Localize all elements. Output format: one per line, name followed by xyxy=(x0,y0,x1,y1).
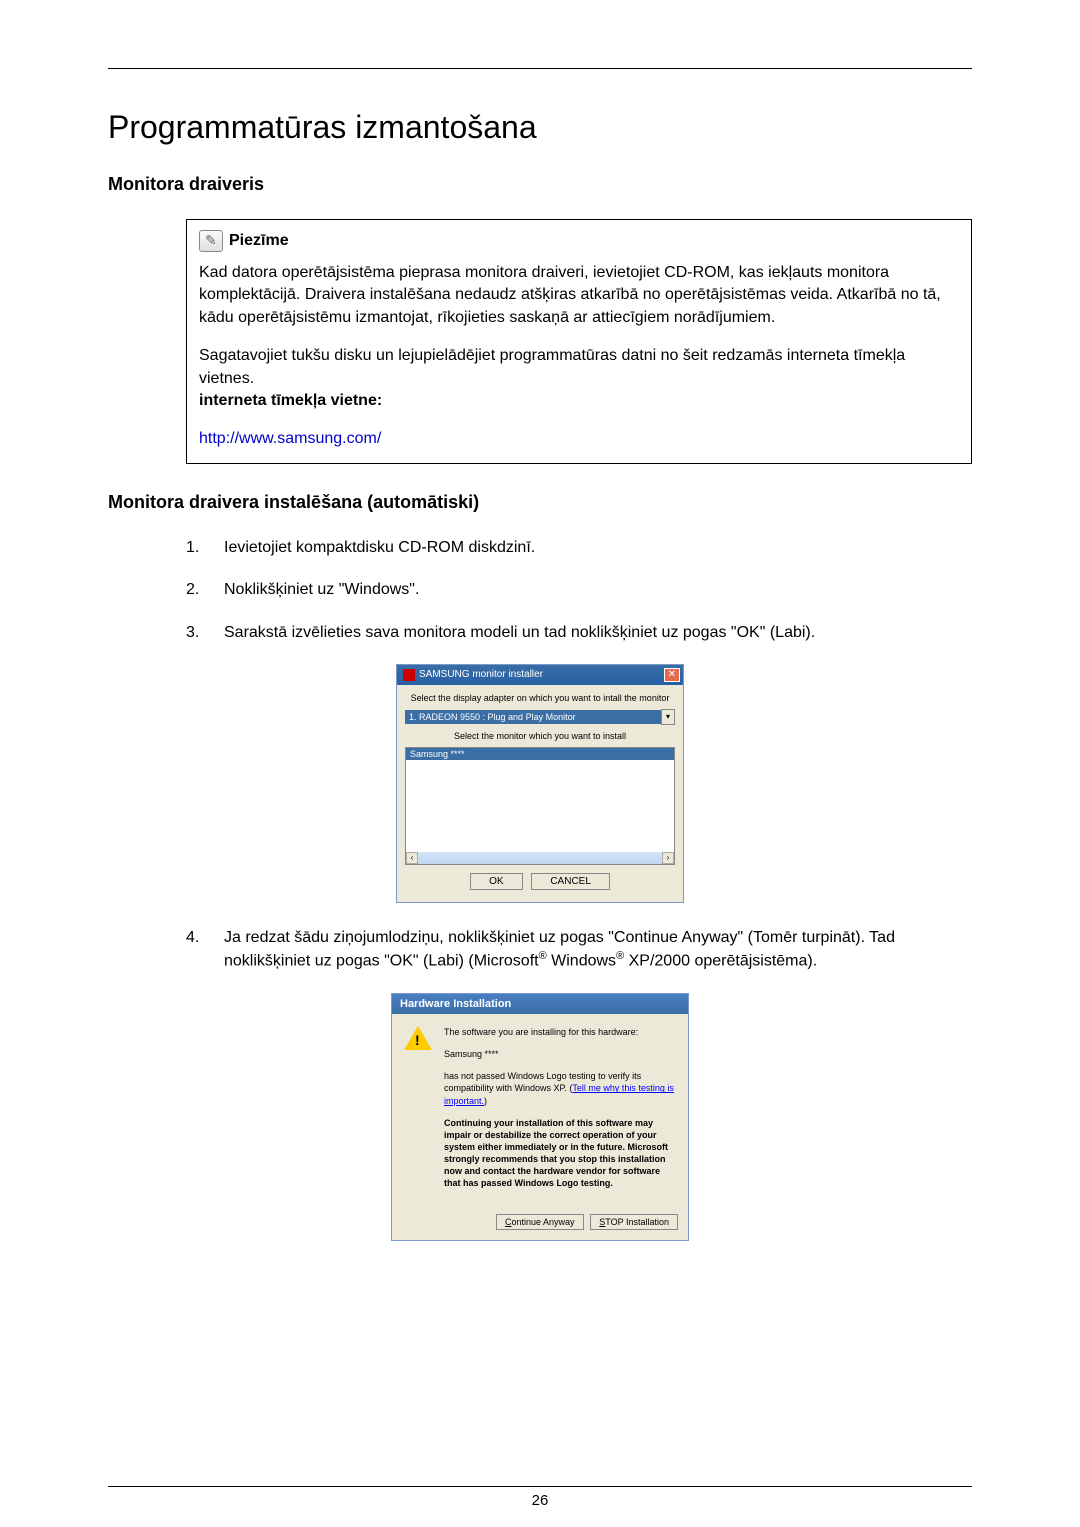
titlebar-left: SAMSUNG monitor installer xyxy=(403,669,543,681)
list-number: 1. xyxy=(186,537,206,559)
continue-rest: ontinue Anyway xyxy=(511,1217,574,1227)
installer-app-icon xyxy=(403,669,415,681)
note-url: http://www.samsung.com/ xyxy=(199,428,959,450)
reg-mark: ® xyxy=(616,950,624,962)
installer-body: Select the display adapter on which you … xyxy=(397,685,683,902)
continue-anyway-button[interactable]: Continue Anyway xyxy=(496,1214,584,1230)
list-text: Ja redzat šādu ziņojumlodziņu, noklikšķi… xyxy=(224,927,972,973)
section-monitor-driver-title: Monitora draiveris xyxy=(108,174,972,195)
bottom-rule xyxy=(108,1486,972,1487)
note-header: Piezīme xyxy=(199,230,959,252)
ok-button[interactable]: OK xyxy=(470,873,522,890)
monitor-list-item[interactable]: Samsung **** xyxy=(406,748,674,760)
reg-mark: ® xyxy=(539,950,547,962)
list-item: 4. Ja redzat šādu ziņojumlodziņu, noklik… xyxy=(186,927,972,973)
note-paragraph-2: Sagatavojiet tukšu disku un lejupielādēj… xyxy=(199,345,959,412)
top-rule xyxy=(108,68,972,69)
list-number: 4. xyxy=(186,927,206,973)
cancel-button[interactable]: CANCEL xyxy=(531,873,610,890)
hardware-installation-dialog: Hardware Installation ! The software you… xyxy=(391,993,689,1241)
installer-instr-1: Select the display adapter on which you … xyxy=(405,693,675,703)
note-box: Piezīme Kad datora operētājsistēma piepr… xyxy=(186,219,972,464)
adapter-select-row: 1. RADEON 9550 : Plug and Play Monitor ▾ xyxy=(405,709,675,725)
item4-part-c: XP/2000 operētājsistēma). xyxy=(624,953,817,970)
list-number: 2. xyxy=(186,579,206,601)
item4-part-b: Windows xyxy=(547,953,616,970)
hw-content-row: ! The software you are installing for th… xyxy=(404,1026,676,1200)
installer-titlebar: SAMSUNG monitor installer ✕ xyxy=(397,665,683,685)
hw-text-block: The software you are installing for this… xyxy=(444,1026,676,1200)
scroll-left-icon[interactable]: ‹ xyxy=(406,852,418,864)
install-steps-list: 1. Ievietojiet kompaktdisku CD-ROM diskd… xyxy=(186,537,972,644)
list-text: Noklikšķiniet uz "Windows". xyxy=(224,579,972,601)
list-text: Ievietojiet kompaktdisku CD-ROM diskdzin… xyxy=(224,537,972,559)
horizontal-scrollbar[interactable]: ‹ › xyxy=(406,852,674,864)
note-p2-text: Sagatavojiet tukšu disku un lejupielādēj… xyxy=(199,347,905,386)
note-label: Piezīme xyxy=(229,232,289,250)
list-text: Sarakstā izvēlieties sava monitora model… xyxy=(224,622,972,644)
monitor-listbox[interactable]: Samsung **** ‹ › xyxy=(405,747,675,865)
close-icon[interactable]: ✕ xyxy=(664,668,680,682)
warning-icon: ! xyxy=(404,1026,432,1052)
adapter-select[interactable]: 1. RADEON 9550 : Plug and Play Monitor xyxy=(405,710,661,724)
note-p2-bold: interneta tīmekļa vietne: xyxy=(199,392,382,409)
list-item: 1. Ievietojiet kompaktdisku CD-ROM diskd… xyxy=(186,537,972,559)
hw-p3-b: ) xyxy=(484,1096,487,1106)
list-number: 3. xyxy=(186,622,206,644)
chevron-down-icon[interactable]: ▾ xyxy=(661,709,675,725)
installer-title: SAMSUNG monitor installer xyxy=(419,669,543,680)
hw-titlebar: Hardware Installation xyxy=(392,994,688,1014)
page-title: Programmatūras izmantošana xyxy=(108,109,972,146)
install-steps-list-cont: 4. Ja redzat šādu ziņojumlodziņu, noklik… xyxy=(186,927,972,973)
hw-p4: Continuing your installation of this sof… xyxy=(444,1117,676,1190)
scroll-right-icon[interactable]: › xyxy=(662,852,674,864)
installer-instr-2: Select the monitor which you want to ins… xyxy=(405,731,675,741)
hw-body: ! The software you are installing for th… xyxy=(392,1014,688,1208)
section-install-auto-title: Monitora draivera instalēšana (automātis… xyxy=(108,492,972,513)
stop-installation-button[interactable]: STOP Installation xyxy=(590,1214,678,1230)
hw-p1: The software you are installing for this… xyxy=(444,1026,676,1038)
note-icon xyxy=(199,230,223,252)
hw-buttons: Continue Anyway STOP Installation xyxy=(392,1208,688,1240)
stop-rest: TOP Installation xyxy=(605,1217,669,1227)
page-number: 26 xyxy=(0,1492,1080,1509)
scroll-track[interactable] xyxy=(418,852,662,864)
samsung-installer-dialog: SAMSUNG monitor installer ✕ Select the d… xyxy=(396,664,684,903)
hw-p3: has not passed Windows Logo testing to v… xyxy=(444,1070,676,1106)
samsung-url-link[interactable]: http://www.samsung.com/ xyxy=(199,430,381,447)
hw-p2: Samsung **** xyxy=(444,1048,676,1060)
installer-buttons: OK CANCEL xyxy=(405,865,675,894)
note-paragraph-1: Kad datora operētājsistēma pieprasa moni… xyxy=(199,262,959,329)
list-item: 3. Sarakstā izvēlieties sava monitora mo… xyxy=(186,622,972,644)
list-item: 2. Noklikšķiniet uz "Windows". xyxy=(186,579,972,601)
